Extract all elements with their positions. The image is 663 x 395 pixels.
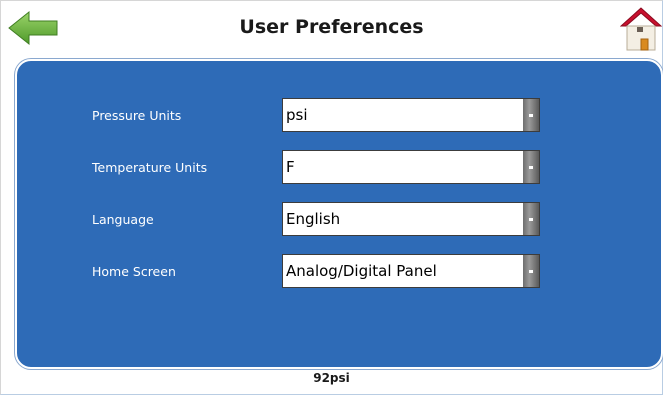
pressure-units-select[interactable]: psi — [282, 98, 540, 132]
temperature-units-select[interactable]: F — [282, 150, 540, 184]
pressure-units-value: psi — [286, 106, 308, 124]
pressure-reading-status: 92psi — [313, 371, 350, 385]
header-bar: User Preferences — [0, 0, 663, 58]
home-screen-select[interactable]: Analog/Digital Panel — [282, 254, 540, 288]
chevron-down-icon[interactable] — [523, 203, 539, 235]
home-button[interactable] — [619, 6, 663, 52]
home-icon — [619, 7, 663, 51]
home-screen-label: Home Screen — [92, 264, 176, 279]
temperature-units-label: Temperature Units — [92, 160, 208, 175]
preferences-panel: Pressure Units psi Temperature Units F L… — [15, 59, 663, 369]
language-label: Language — [92, 212, 154, 227]
home-screen-value: Analog/Digital Panel — [286, 262, 437, 280]
page-title: User Preferences — [239, 16, 424, 38]
pressure-units-label: Pressure Units — [92, 108, 182, 123]
chevron-down-icon[interactable] — [523, 99, 539, 131]
chevron-down-icon[interactable] — [523, 151, 539, 183]
chevron-down-icon[interactable] — [523, 255, 539, 287]
temperature-units-value: F — [286, 158, 295, 176]
language-select[interactable]: English — [282, 202, 540, 236]
language-value: English — [286, 210, 341, 228]
